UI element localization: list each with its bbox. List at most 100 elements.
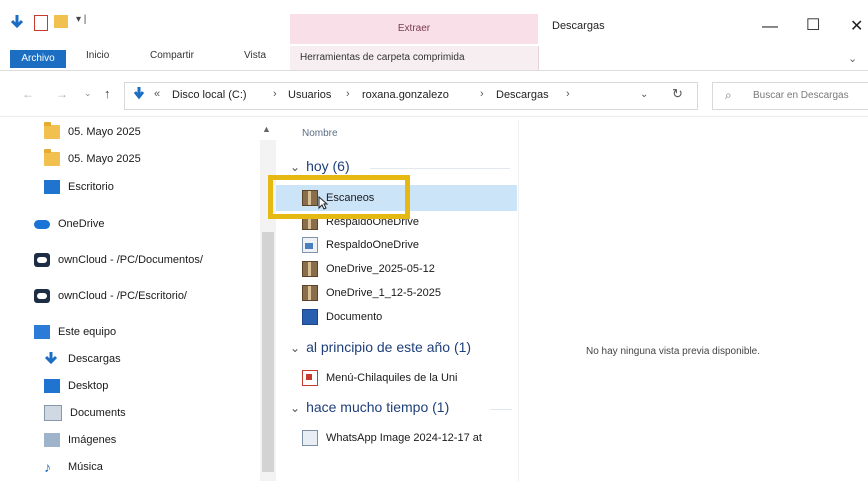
file-row-whatsapp-image[interactable]: WhatsApp Image 2024-12-17 at	[302, 428, 482, 448]
chevron-down-icon: ⌄	[290, 401, 301, 415]
mouse-cursor-icon	[318, 195, 329, 210]
forward-arrow-icon[interactable]: →	[56, 87, 68, 101]
search-placeholder: Buscar en Descargas	[753, 90, 849, 101]
recent-locations-icon[interactable]: ⌄	[84, 88, 92, 99]
sidebar-scroll-thumb[interactable]	[262, 232, 274, 472]
file-row-onedrive-1-12-5-2025[interactable]: OneDrive_1_12-5-2025	[302, 283, 441, 303]
zip-icon	[302, 285, 318, 301]
group-label: al principio de este año (1)	[306, 339, 472, 355]
sidebar-item-label: Música	[68, 461, 103, 473]
image-icon	[302, 430, 318, 446]
breadcrumb-separator[interactable]: ›	[566, 88, 570, 100]
group-header-today[interactable]: ⌄ hoy (6)	[290, 158, 350, 174]
quick-access-properties-icon[interactable]	[34, 15, 48, 31]
expand-ribbon-icon[interactable]: ⌄	[848, 52, 857, 65]
sidebar-item-label: 05. Mayo 2025	[68, 126, 141, 138]
sidebar-item-documents[interactable]: Documents	[44, 403, 126, 423]
breadcrumb-separator[interactable]: ›	[346, 88, 350, 100]
sidebar-item-label: Documents	[70, 407, 126, 419]
search-icon: ⌕	[725, 88, 732, 102]
column-header-name[interactable]: Nombre	[302, 128, 338, 139]
sidebar-item-label: 05. Mayo 2025	[68, 153, 141, 165]
sidebar-item-owncloud-escritorio[interactable]: ownCloud - /PC/Escritorio/	[34, 286, 187, 306]
file-row-respaldoonedrive[interactable]: RespaldoOneDrive	[302, 235, 419, 255]
breadcrumb-separator[interactable]: ›	[273, 88, 277, 100]
sidebar-item-descargas[interactable]: Descargas	[44, 349, 121, 369]
group-divider	[490, 409, 512, 410]
tab-view[interactable]: Vista	[244, 50, 266, 61]
address-dropdown-icon[interactable]: ⌄	[640, 89, 648, 100]
sidebar-item-este-equipo[interactable]: Este equipo	[34, 322, 116, 342]
close-button[interactable]: ✕	[850, 16, 863, 36]
sidebar-item-onedrive[interactable]: OneDrive	[34, 214, 104, 234]
breadcrumb-user-folder[interactable]: roxana.gonzalezo	[362, 89, 449, 101]
tab-home[interactable]: Inicio	[86, 50, 109, 61]
minimize-button[interactable]: —	[762, 18, 778, 36]
file-name: OneDrive_1_12-5-2025	[326, 287, 441, 299]
tab-file[interactable]: Archivo	[10, 50, 66, 68]
breadcrumb-local-disk[interactable]: Disco local (C:)	[172, 89, 247, 101]
breadcrumb-users[interactable]: Usuarios	[288, 89, 331, 101]
sidebar-item-mayo-2025-a[interactable]: 05. Mayo 2025	[44, 122, 141, 142]
sidebar-item-musica[interactable]: ♪ Música	[44, 457, 103, 477]
search-box[interactable]: ⌕ Buscar en Descargas	[712, 82, 868, 110]
owncloud-icon	[34, 289, 50, 303]
pdf-icon	[302, 370, 318, 386]
group-header-long-ago[interactable]: ⌄ hace mucho tiempo (1)	[290, 399, 449, 415]
desktop-icon	[44, 180, 60, 194]
sidebar-item-label: Escritorio	[68, 181, 114, 193]
refresh-icon[interactable]: ↻	[672, 86, 683, 102]
desktop-icon	[44, 379, 60, 393]
chevron-down-icon: ⌄	[290, 160, 301, 174]
breadcrumb-separator[interactable]: ›	[480, 88, 484, 100]
context-tab-header[interactable]: Extraer	[290, 14, 538, 46]
quick-access-new-folder-icon[interactable]	[54, 15, 68, 28]
owncloud-icon	[34, 253, 50, 267]
context-tab[interactable]: Herramientas de carpeta comprimida	[290, 46, 539, 70]
group-divider	[370, 168, 510, 169]
sidebar-item-escritorio[interactable]: Escritorio	[44, 177, 114, 197]
folder-icon	[44, 149, 60, 166]
zip-icon	[302, 261, 318, 277]
sidebar-item-label: OneDrive	[58, 218, 105, 230]
sidebar-item-owncloud-documentos[interactable]: ownCloud - /PC/Documentos/	[34, 250, 203, 270]
download-icon	[44, 352, 60, 366]
tab-share[interactable]: Compartir	[150, 50, 194, 61]
folder-icon	[44, 122, 60, 139]
downloads-location-icon	[133, 86, 145, 102]
quick-access-dropdown-icon[interactable]: ▾ |	[76, 14, 86, 25]
sidebar-item-imagenes[interactable]: Imágenes	[44, 430, 116, 450]
compressed-folder-tools-tab: Herramientas de carpeta comprimida	[300, 52, 465, 63]
sidebar-item-label: ownCloud - /PC/Escritorio/	[58, 290, 187, 302]
breadcrumb-root-separator: «	[154, 88, 161, 100]
preview-pane	[518, 120, 868, 481]
group-header-this-year[interactable]: ⌄ al principio de este año (1)	[290, 339, 471, 355]
maximize-button[interactable]: ☐	[806, 15, 820, 35]
file-row-menu-chilaquiles[interactable]: Menú-Chilaquiles de la Uni	[302, 368, 457, 388]
sidebar-item-label: Imágenes	[68, 434, 117, 446]
file-row-documento[interactable]: Documento	[302, 307, 382, 327]
cloud-icon	[34, 219, 50, 229]
sidebar-item-desktop[interactable]: Desktop	[44, 376, 108, 396]
window-title: Descargas	[552, 20, 605, 32]
chevron-down-icon: ⌄	[290, 341, 301, 355]
sidebar-item-label: ownCloud - /PC/Documentos/	[58, 254, 203, 266]
file-row-onedrive-2025-05-12[interactable]: OneDrive_2025-05-12	[302, 259, 435, 279]
pc-icon	[34, 325, 50, 339]
sidebar-item-mayo-2025-b[interactable]: 05. Mayo 2025	[44, 149, 141, 169]
up-arrow-icon[interactable]: ↑	[104, 86, 111, 101]
breadcrumb-downloads[interactable]: Descargas	[496, 89, 549, 101]
group-label: hace mucho tiempo (1)	[306, 399, 450, 415]
group-label: hoy (6)	[306, 158, 350, 174]
quick-access-download-icon[interactable]	[10, 14, 24, 30]
sidebar-item-label: Descargas	[68, 353, 121, 365]
documents-icon	[44, 405, 62, 421]
file-name: WhatsApp Image 2024-12-17 at	[326, 432, 482, 444]
sidebar-item-label: Este equipo	[58, 326, 117, 338]
scroll-up-icon[interactable]: ▲	[262, 124, 271, 134]
preview-message: No hay ninguna vista previa disponible.	[586, 346, 760, 357]
back-arrow-icon[interactable]: ←	[22, 87, 34, 101]
music-icon: ♪	[44, 459, 51, 475]
file-name: RespaldoOneDrive	[326, 239, 419, 251]
file-name: Documento	[326, 311, 383, 323]
